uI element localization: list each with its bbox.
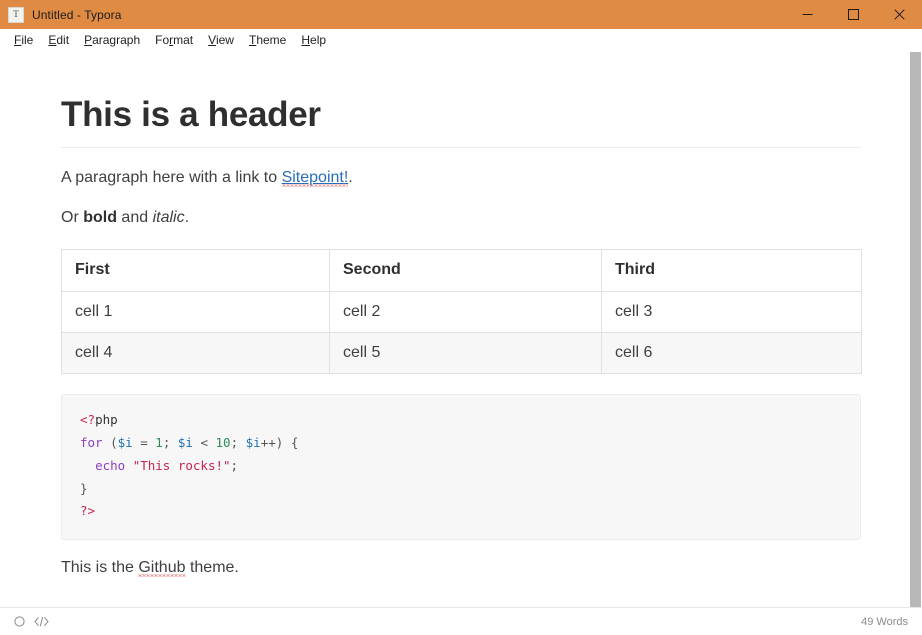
code-token: $i	[178, 435, 193, 450]
menu-view-post: iew	[216, 33, 234, 47]
bold-text: bold	[83, 209, 117, 226]
menu-paragraph[interactable]: Paragraph	[77, 31, 148, 50]
table-header-cell[interactable]: First	[62, 250, 330, 291]
paragraph2-after: .	[185, 209, 189, 226]
menu-file[interactable]: File	[7, 31, 41, 50]
close-button[interactable]	[876, 0, 922, 29]
code-token: $i	[246, 435, 261, 450]
menu-view[interactable]: View	[201, 31, 242, 50]
code-token	[125, 458, 133, 473]
code-token: ) {	[276, 435, 299, 450]
menu-view-accel: V	[208, 33, 216, 47]
table-cell[interactable]: cell 1	[62, 291, 330, 332]
paragraph-theme-note: This is the Github theme.	[61, 556, 861, 581]
table-header-row: First Second Third	[62, 250, 862, 291]
typora-window: T Untitled - Typora File	[0, 0, 922, 635]
code-line: ?>	[80, 500, 842, 523]
typora-icon: T	[8, 7, 24, 23]
menu-file-post: ile	[21, 33, 33, 47]
focus-mode-icon[interactable]	[8, 612, 30, 632]
menu-help[interactable]: Help	[294, 31, 334, 50]
table-cell[interactable]: cell 2	[330, 291, 602, 332]
code-token: <	[193, 435, 216, 450]
table-cell[interactable]: cell 6	[602, 333, 862, 374]
vertical-scrollbar[interactable]	[908, 52, 922, 607]
table-row: cell 4 cell 5 cell 6	[62, 333, 862, 374]
paragraph3-before: This is the	[61, 559, 138, 576]
code-token: $i	[118, 435, 133, 450]
paragraph1-after: .	[348, 169, 352, 186]
table-header-cell[interactable]: Third	[602, 250, 862, 291]
misspelled-word: Github	[138, 559, 185, 577]
paragraph-with-link: A paragraph here with a link to Sitepoin…	[61, 166, 861, 191]
maximize-icon	[848, 9, 859, 20]
table-cell[interactable]: cell 3	[602, 291, 862, 332]
sitepoint-link[interactable]: Sitepoint!	[282, 169, 349, 187]
code-line: }	[80, 478, 842, 501]
status-bar: 49 Words	[0, 607, 922, 635]
code-token: 10	[216, 435, 231, 450]
window-controls	[784, 0, 922, 29]
code-token: }	[80, 481, 88, 496]
code-token: php	[95, 412, 118, 427]
code-token: for	[80, 435, 103, 450]
table-cell[interactable]: cell 4	[62, 333, 330, 374]
menu-paragraph-post: aragraph	[92, 33, 140, 47]
menu-theme[interactable]: Theme	[242, 31, 294, 50]
menu-format-post: mat	[173, 33, 193, 47]
code-line: echo "This rocks!";	[80, 455, 842, 478]
menu-format[interactable]: Format	[148, 31, 201, 50]
italic-text: italic	[153, 209, 185, 226]
window-title: Untitled - Typora	[32, 8, 122, 22]
minimize-icon	[802, 9, 813, 20]
scrollbar-thumb[interactable]	[910, 52, 921, 607]
angle-brackets-icon	[34, 616, 49, 627]
code-token: (	[103, 435, 118, 450]
paragraph2-middle: and	[117, 209, 153, 226]
source-code-icon[interactable]	[30, 612, 52, 632]
paragraph-bold-italic: Or bold and italic.	[61, 206, 861, 231]
circle-icon	[14, 616, 25, 627]
code-line: <?php	[80, 409, 842, 432]
editor-area: This is a header A paragraph here with a…	[0, 52, 922, 607]
word-count[interactable]: 49 Words	[861, 616, 908, 628]
menu-help-accel: H	[301, 33, 310, 47]
maximize-button[interactable]	[830, 0, 876, 29]
document-content: This is a header A paragraph here with a…	[61, 52, 861, 581]
menu-edit[interactable]: Edit	[41, 31, 77, 50]
app-icon-letter: T	[13, 10, 19, 19]
code-token: "This rocks!"	[133, 458, 231, 473]
menu-edit-post: dit	[56, 33, 69, 47]
code-token: echo	[95, 458, 125, 473]
menu-bar: File Edit Paragraph Format View Theme He…	[0, 29, 922, 52]
code-token: =	[133, 435, 156, 450]
table-cell[interactable]: cell 5	[330, 333, 602, 374]
code-token: ;	[231, 458, 239, 473]
menu-format-pre: Fo	[155, 33, 169, 47]
code-token: ++	[261, 435, 276, 450]
code-token	[80, 458, 95, 473]
paragraph1-before: A paragraph here with a link to	[61, 169, 282, 186]
title-bar: T Untitled - Typora	[0, 0, 922, 29]
code-token: ;	[163, 435, 178, 450]
code-token: ;	[231, 435, 246, 450]
code-token: ?>	[80, 503, 95, 518]
close-icon	[894, 9, 905, 20]
code-token: <?	[80, 412, 95, 427]
code-line: for ($i = 1; $i < 10; $i++) {	[80, 432, 842, 455]
menu-help-post: elp	[310, 33, 326, 47]
php-code-block[interactable]: <?phpfor ($i = 1; $i < 10; $i++) { echo …	[61, 394, 861, 540]
data-table[interactable]: First Second Third cell 1 cell 2 cell 3 …	[61, 249, 862, 374]
page-title: This is a header	[61, 94, 861, 148]
paragraph3-after: theme.	[186, 559, 239, 576]
markdown-editor[interactable]: This is a header A paragraph here with a…	[0, 52, 922, 607]
table-row: cell 1 cell 2 cell 3	[62, 291, 862, 332]
table-header-cell[interactable]: Second	[330, 250, 602, 291]
code-token: 1	[155, 435, 163, 450]
minimize-button[interactable]	[784, 0, 830, 29]
menu-theme-post: heme	[256, 33, 286, 47]
paragraph2-before: Or	[61, 209, 83, 226]
menu-paragraph-accel: P	[84, 33, 92, 47]
